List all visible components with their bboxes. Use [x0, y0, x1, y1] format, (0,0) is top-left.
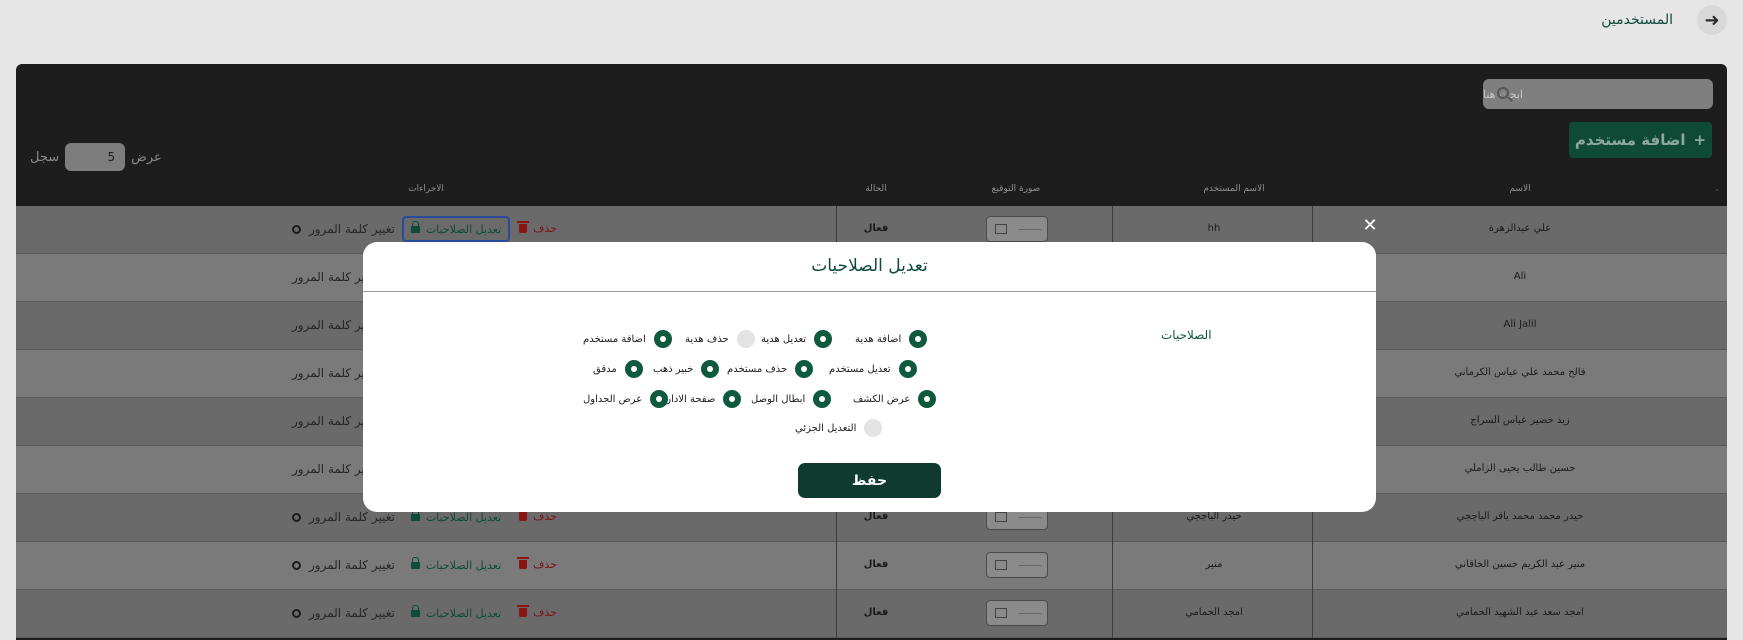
permission-partial-edit[interactable]: التعديل الجزئي — [795, 419, 883, 437]
permission-delete-user[interactable]: حذف مستخدم — [727, 360, 814, 378]
permission-edit-gift[interactable]: تعديل هدية — [761, 330, 833, 348]
radio-button[interactable] — [864, 419, 883, 437]
permission-label: عرض الكشف — [853, 393, 911, 405]
radio-button[interactable] — [795, 360, 814, 378]
radio-button[interactable] — [909, 330, 928, 348]
permission-label: تعديل هدية — [761, 333, 807, 345]
radio-button[interactable] — [650, 390, 669, 408]
radio-button[interactable] — [898, 360, 917, 378]
permission-label: حذف مستخدم — [727, 363, 788, 375]
permissions-modal: تعديل الصلاحيات الصلاحيات اضافة هدية تعد… — [363, 242, 1376, 512]
radio-button[interactable] — [814, 330, 833, 348]
permission-label: التعديل الجزئي — [795, 422, 857, 434]
permission-label: صفحة الادارة — [661, 393, 716, 405]
modal-divider — [363, 291, 1376, 292]
close-icon[interactable]: ✕ — [1362, 217, 1378, 235]
permission-gold-expert[interactable]: خبير ذهب — [653, 360, 720, 378]
radio-button[interactable] — [736, 330, 755, 348]
permissions-section-label: الصلاحيات — [1161, 328, 1212, 342]
permission-add-gift[interactable]: اضافة هدية — [855, 330, 928, 348]
permission-label: مدقق — [593, 363, 617, 375]
modal-title: تعديل الصلاحيات — [811, 256, 928, 276]
permission-label: اضافة هدية — [855, 333, 902, 345]
save-button[interactable]: حفظ — [798, 463, 941, 498]
permission-cancel-receipt[interactable]: ابطال الوصل — [751, 390, 832, 408]
permission-label: خبير ذهب — [653, 363, 694, 375]
permission-add-user[interactable]: اضافة مستخدم — [583, 330, 672, 348]
permission-view-tables[interactable]: عرض الجداول — [583, 390, 669, 408]
permission-auditor[interactable]: مدقق — [593, 360, 643, 378]
permission-label: تعديل مستخدم — [829, 363, 891, 375]
radio-button[interactable] — [701, 360, 720, 378]
permission-edit-user[interactable]: تعديل مستخدم — [829, 360, 917, 378]
permission-label: حذف هدية — [685, 333, 729, 345]
permission-delete-gift[interactable]: حذف هدية — [685, 330, 755, 348]
permission-label: اضافة مستخدم — [583, 333, 646, 345]
radio-button[interactable] — [918, 390, 937, 408]
permission-view-statement[interactable]: عرض الكشف — [853, 390, 937, 408]
radio-button[interactable] — [653, 330, 672, 348]
radio-button[interactable] — [813, 390, 832, 408]
radio-button[interactable] — [723, 390, 742, 408]
radio-button[interactable] — [624, 360, 643, 378]
permission-admin-page[interactable]: صفحة الادارة — [661, 390, 742, 408]
permission-label: عرض الجداول — [583, 393, 643, 405]
permission-label: ابطال الوصل — [751, 393, 806, 405]
